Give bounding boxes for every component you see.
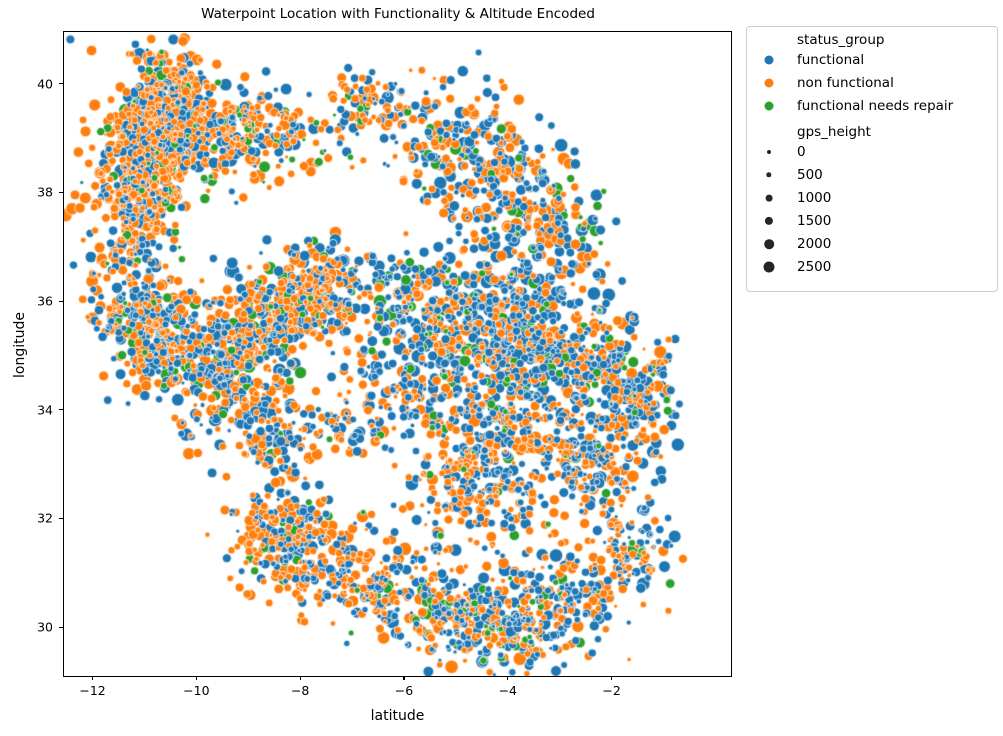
hue-legend-swatch-2[interactable] <box>764 101 774 111</box>
x-tick-label: −6 <box>394 683 414 698</box>
size-legend-label-5[interactable]: 2500 <box>797 259 831 275</box>
y-tick-mark <box>59 409 63 411</box>
hue-legend-swatch-1[interactable] <box>764 78 774 88</box>
size-legend-label-1[interactable]: 500 <box>797 167 823 183</box>
y-tick-mark <box>59 626 63 628</box>
figure-canvas: Waterpoint Location with Functionality &… <box>0 0 1003 736</box>
y-tick-label: 30 <box>37 619 53 635</box>
y-tick-mark <box>59 300 63 302</box>
hue-legend-swatch-0[interactable] <box>764 55 774 65</box>
y-tick-mark <box>59 191 63 193</box>
scatter-points-layer <box>64 32 731 676</box>
size-legend-title: gps_height <box>797 124 871 140</box>
size-legend-swatch-2[interactable] <box>765 194 773 202</box>
size-legend-swatch-1[interactable] <box>766 172 772 178</box>
x-axis-label: latitude <box>370 708 425 724</box>
chart-title: Waterpoint Location with Functionality &… <box>201 6 595 22</box>
hue-legend-title: status_group <box>797 32 885 48</box>
x-tick-mark <box>299 676 301 680</box>
x-tick-mark <box>403 676 405 680</box>
x-tick-mark <box>507 676 509 680</box>
size-legend-label-2[interactable]: 1000 <box>797 190 831 206</box>
x-tick-label: −4 <box>498 683 518 698</box>
size-legend-swatch-5[interactable] <box>763 261 775 273</box>
x-tick-label: −8 <box>290 683 310 698</box>
x-tick-mark <box>92 676 94 680</box>
hue-legend-label-1[interactable]: non functional <box>797 75 894 91</box>
y-tick-mark <box>59 83 63 85</box>
hue-legend-label-2[interactable]: functional needs repair <box>797 98 953 114</box>
hue-legend-label-0[interactable]: functional <box>797 52 864 68</box>
y-tick-label: 40 <box>37 76 53 92</box>
size-legend-swatch-3[interactable] <box>764 216 774 226</box>
chart-legend: status_group functional non functional func… <box>746 26 998 292</box>
size-legend-swatch-0[interactable] <box>767 150 771 154</box>
y-tick-label: 32 <box>37 510 53 526</box>
scatter-plot-area <box>63 31 732 677</box>
x-tick-label: −10 <box>183 683 210 698</box>
size-legend-label-4[interactable]: 2000 <box>797 236 831 252</box>
y-tick-label: 38 <box>37 184 53 200</box>
x-tick-label: −2 <box>602 683 621 698</box>
size-legend-label-0[interactable]: 0 <box>797 144 806 160</box>
x-tick-label: −12 <box>79 683 106 698</box>
size-legend-label-3[interactable]: 1500 <box>797 213 831 229</box>
y-axis-label: longitude <box>12 312 28 378</box>
x-tick-mark <box>195 676 197 680</box>
x-tick-mark <box>611 676 613 680</box>
size-legend-swatch-4[interactable] <box>764 239 774 249</box>
y-tick-mark <box>59 517 63 519</box>
